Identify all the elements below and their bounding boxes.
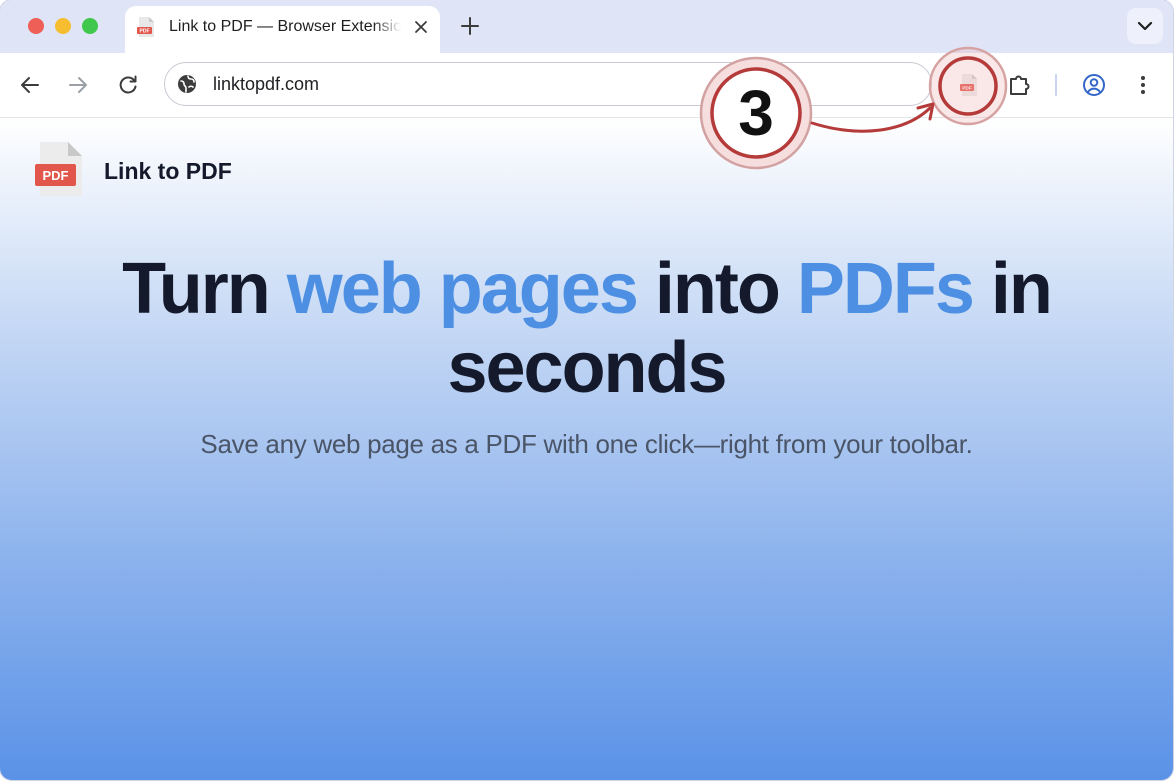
puzzle-icon[interactable] bbox=[1005, 70, 1035, 100]
tab-search-button[interactable] bbox=[1127, 8, 1163, 44]
pdf-logo-icon: PDF bbox=[35, 142, 82, 196]
address-bar[interactable]: linktopdf.com bbox=[164, 62, 932, 106]
chevron-down-icon bbox=[1137, 21, 1153, 31]
back-arrow-icon[interactable] bbox=[15, 70, 45, 100]
hero-accent-pdfs: PDFs bbox=[796, 249, 975, 329]
svg-text:PDF: PDF bbox=[43, 168, 69, 183]
pdf-favicon-icon: PDF bbox=[137, 17, 154, 37]
browser-window: PDF Link to PDF — Browser Extension link… bbox=[0, 0, 1173, 780]
profile-icon[interactable] bbox=[1079, 70, 1109, 100]
brand-name: Link to PDF bbox=[104, 158, 232, 184]
reload-icon[interactable] bbox=[113, 70, 143, 100]
forward-arrow-icon[interactable] bbox=[63, 70, 93, 100]
step-number: 3 bbox=[738, 77, 774, 149]
close-icon[interactable] bbox=[412, 18, 430, 36]
close-window-button[interactable] bbox=[28, 18, 44, 34]
hero-accent-web-pages: web pages bbox=[286, 249, 639, 329]
page-content: PDF Link to PDF Turn web pages into PDFs… bbox=[0, 118, 1173, 780]
tab-strip: PDF Link to PDF — Browser Extension bbox=[0, 0, 1173, 53]
minimize-window-button[interactable] bbox=[55, 18, 71, 34]
url-text: linktopdf.com bbox=[213, 74, 320, 94]
maximize-window-button[interactable] bbox=[82, 18, 98, 34]
plus-icon[interactable] bbox=[458, 14, 482, 38]
svg-text:PDF: PDF bbox=[962, 86, 972, 92]
kebab-menu-icon[interactable] bbox=[1128, 70, 1158, 100]
browser-toolbar: linktopdf.com PDF bbox=[0, 53, 1173, 118]
tab-active[interactable]: PDF Link to PDF — Browser Extension bbox=[125, 6, 440, 53]
hero-heading: Turn web pages into PDFs in seconds bbox=[122, 249, 1053, 408]
svg-text:PDF: PDF bbox=[140, 29, 150, 35]
tab-title: Link to PDF — Browser Extension bbox=[169, 18, 401, 35]
hero-subtitle: Save any web page as a PDF with one clic… bbox=[200, 429, 973, 459]
globe-icon[interactable] bbox=[177, 74, 197, 94]
toolbar-divider bbox=[1055, 74, 1057, 96]
pdf-extension-icon[interactable]: PDF bbox=[953, 69, 985, 101]
